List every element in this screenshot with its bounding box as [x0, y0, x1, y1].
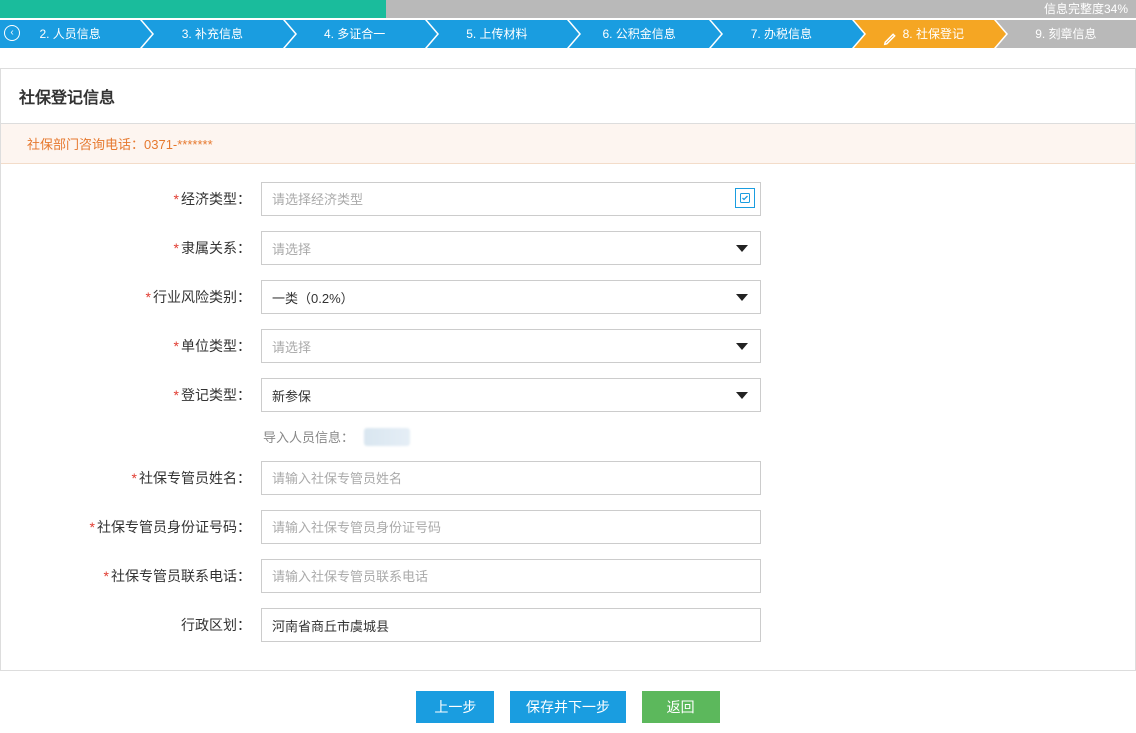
- admin-id-input[interactable]: [261, 510, 761, 544]
- step-back-icon[interactable]: ‹: [4, 25, 20, 41]
- action-buttons: 上一步 保存并下一步 返回: [0, 671, 1136, 733]
- region-display[interactable]: 河南省商丘市虞城县: [261, 608, 761, 642]
- step-label: 6. 公积金信息: [602, 27, 675, 41]
- progress-fill: [0, 0, 386, 18]
- step-label: 3. 补充信息: [182, 27, 243, 41]
- prev-step-button[interactable]: 上一步: [416, 691, 494, 723]
- step-2[interactable]: ‹ 2. 人员信息: [0, 20, 140, 48]
- step-8-current[interactable]: 8. 社保登记: [854, 20, 994, 48]
- label-economic-type: 经济类型：: [181, 191, 251, 207]
- label-region: 行政区划：: [181, 617, 251, 633]
- step-6[interactable]: 6. 公积金信息: [569, 20, 709, 48]
- step-4[interactable]: 4. 多证合一: [285, 20, 425, 48]
- panel-title: 社保登记信息: [1, 69, 1135, 124]
- step-label: 4. 多证合一: [324, 27, 385, 41]
- step-label: 9. 刻章信息: [1035, 27, 1096, 41]
- save-next-button[interactable]: 保存并下一步: [510, 691, 626, 723]
- risk-category-value: 一类（0.2%）: [272, 288, 354, 307]
- import-personnel-button[interactable]: [364, 428, 410, 446]
- step-label: 5. 上传材料: [466, 27, 527, 41]
- step-7[interactable]: 7. 办税信息: [711, 20, 851, 48]
- label-unit-type: 单位类型：: [181, 338, 251, 354]
- step-9[interactable]: 9. 刻章信息: [996, 20, 1136, 48]
- economic-type-input[interactable]: [261, 182, 761, 216]
- admin-name-input[interactable]: [261, 461, 761, 495]
- step-label: 8. 社保登记: [903, 27, 964, 41]
- chevron-down-icon: [736, 294, 748, 301]
- label-reg-type: 登记类型：: [181, 387, 251, 403]
- region-value: 河南省商丘市虞城县: [272, 616, 389, 635]
- label-admin-phone: 社保专管员联系电话：: [111, 568, 251, 584]
- chevron-down-icon: [736, 392, 748, 399]
- label-risk-category: 行业风险类别：: [153, 289, 251, 305]
- step-label: 7. 办税信息: [751, 27, 812, 41]
- step-3[interactable]: 3. 补充信息: [142, 20, 282, 48]
- panel-social-registration: 社保登记信息 社保部门咨询电话：0371-******* *经济类型： *隶属关…: [0, 68, 1136, 671]
- step-label: 2. 人员信息: [39, 27, 100, 41]
- chevron-down-icon: [736, 245, 748, 252]
- reg-type-value: 新参保: [272, 386, 311, 405]
- admin-phone-input[interactable]: [261, 559, 761, 593]
- import-personnel-label: 导入人员信息：: [263, 427, 354, 446]
- edit-icon: [883, 28, 897, 42]
- unit-type-value: 请选择: [272, 337, 311, 356]
- progress-bar: 信息完整度34%: [0, 0, 1136, 18]
- affiliation-select[interactable]: 请选择: [261, 231, 761, 265]
- step-nav: ‹ 2. 人员信息 3. 补充信息 4. 多证合一 5. 上传材料 6. 公积金…: [0, 20, 1136, 48]
- reg-type-select[interactable]: 新参保: [261, 378, 761, 412]
- panel-notice: 社保部门咨询电话：0371-*******: [1, 124, 1135, 164]
- economic-type-picker-icon[interactable]: [735, 188, 755, 208]
- step-5[interactable]: 5. 上传材料: [427, 20, 567, 48]
- back-button[interactable]: 返回: [642, 691, 720, 723]
- progress-label: 信息完整度34%: [1044, 0, 1128, 18]
- risk-category-select[interactable]: 一类（0.2%）: [261, 280, 761, 314]
- chevron-down-icon: [736, 343, 748, 350]
- form-social-registration: *经济类型： *隶属关系： 请选择 *行业风险类别: [1, 164, 1135, 670]
- affiliation-value: 请选择: [272, 239, 311, 258]
- unit-type-select[interactable]: 请选择: [261, 329, 761, 363]
- label-affiliation: 隶属关系：: [181, 240, 251, 256]
- label-admin-name: 社保专管员姓名：: [139, 470, 251, 486]
- economic-type-field[interactable]: [261, 182, 761, 216]
- label-admin-id: 社保专管员身份证号码：: [97, 519, 251, 535]
